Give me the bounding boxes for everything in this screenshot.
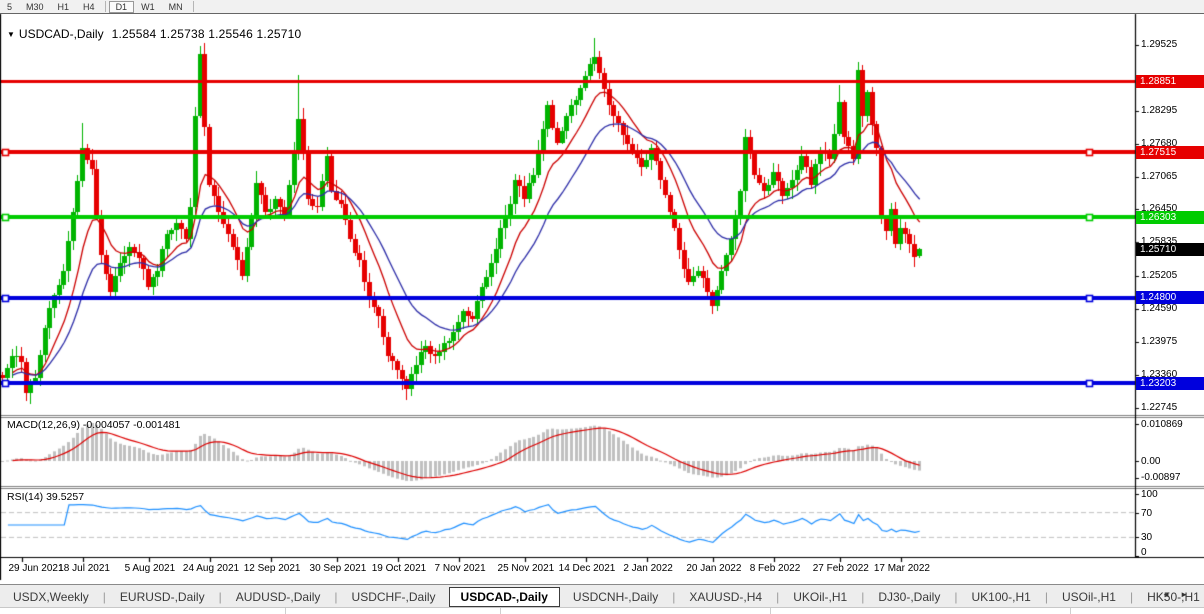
date-axis-label: 17 Mar 2022 <box>873 563 930 574</box>
price-level-badge: 1.26303 <box>1136 210 1204 224</box>
date-axis-label: 14 Dec 2021 <box>558 563 616 574</box>
tab-separator: | <box>1044 589 1048 604</box>
tab-dj30-daily[interactable]: DJ30-,Daily <box>865 588 953 606</box>
tab-ukoil-h1[interactable]: UKOil-,H1 <box>780 588 860 606</box>
tab-separator: | <box>102 589 106 604</box>
tab-separator: | <box>334 589 338 604</box>
symbol-dropdown-icon[interactable]: ▼ <box>7 30 15 39</box>
price-axis-tick-label: 1.25205 <box>1141 270 1178 282</box>
status-bar-divider <box>285 608 286 614</box>
date-axis-label: 24 Aug 2021 <box>182 563 240 574</box>
tab-usdchf-daily[interactable]: USDCHF-,Daily <box>339 588 449 606</box>
date-axis-label: 19 Oct 2021 <box>371 563 427 574</box>
rsi-axis-tick-label: 100 <box>1141 489 1158 500</box>
macd-axis-tick-label: -0.00897 <box>1141 472 1181 483</box>
chart-title: ▼ USDCAD-,Daily 1.25584 1.25738 1.25546 1.… <box>7 27 301 41</box>
tab-separator: | <box>672 589 676 604</box>
date-axis-label: 7 Nov 2021 <box>434 563 486 574</box>
tab-usdcad-daily[interactable]: USDCAD-,Daily <box>448 586 560 607</box>
price-chart-canvas[interactable] <box>0 0 1204 614</box>
date-axis-label: 25 Nov 2021 <box>497 563 555 574</box>
macd-axis-tick-label: 0.010869 <box>1141 419 1183 430</box>
price-axis-tick-label: 1.24590 <box>1141 302 1178 314</box>
timeframe-button-h1[interactable]: H1 <box>51 1 77 13</box>
timeframe-button-d1[interactable]: D1 <box>108 0 135 13</box>
date-axis-label: 12 Sep 2021 <box>243 563 301 574</box>
rsi-axis-tick-label: 30 <box>1141 532 1153 544</box>
price-axis-tick-label: 1.22745 <box>1141 401 1178 413</box>
status-bar <box>0 607 1204 614</box>
status-bar-divider <box>770 608 771 614</box>
tab-usdx-weekly[interactable]: USDX,Weekly <box>0 588 102 606</box>
timeframe-button-m30[interactable]: M30 <box>19 1 51 13</box>
timeframe-button-5[interactable]: 5 <box>0 1 19 13</box>
tab-uk100-h1[interactable]: UK100-,H1 <box>958 588 1043 606</box>
tab-separator: | <box>776 589 780 604</box>
tab-separator: | <box>954 589 958 604</box>
price-level-badge: 1.28851 <box>1136 74 1204 88</box>
chart-ohlc-values: 1.25584 1.25738 1.25546 1.25710 <box>111 27 302 41</box>
date-axis-label: 30 Sep 2021 <box>309 563 367 574</box>
tab-separator: | <box>861 589 865 604</box>
status-bar-divider <box>1070 608 1071 614</box>
price-axis-tick-label: 1.23975 <box>1141 335 1178 347</box>
tab-xauusd-h4[interactable]: XAUUSD-,H4 <box>676 588 775 606</box>
rsi-axis-tick-label: 0 <box>1141 547 1147 558</box>
toolbar-separator <box>192 1 194 12</box>
status-bar-divider <box>500 608 501 614</box>
timeframe-button-h4[interactable]: H4 <box>76 1 102 13</box>
tab-separator: | <box>1129 589 1134 604</box>
rsi-axis-tick-label: 70 <box>1141 507 1153 519</box>
toolbar-separator <box>104 1 106 12</box>
tab-usdcnh-daily[interactable]: USDCNH-,Daily <box>560 588 671 606</box>
price-axis-tick-label: 1.29525 <box>1141 39 1178 50</box>
timeframe-button-w1[interactable]: W1 <box>134 1 162 13</box>
tab-usoil-h1[interactable]: USOil-,H1 <box>1049 588 1129 606</box>
chart-symbol: USDCAD-,Daily <box>18 27 104 41</box>
price-level-badge: 1.27515 <box>1136 145 1204 159</box>
tab-separator: | <box>218 589 222 604</box>
date-axis-label: 20 Jan 2022 <box>686 563 742 574</box>
current-price-badge: 1.25710 <box>1136 242 1204 256</box>
date-axis-label: 27 Feb 2022 <box>812 563 869 574</box>
date-axis-label: 18 Jul 2021 <box>58 563 110 574</box>
tab-audusd-daily[interactable]: AUDUSD-,Daily <box>223 588 334 606</box>
macd-axis-tick-label: 0.00 <box>1141 456 1161 467</box>
date-axis-label: 8 Feb 2022 <box>749 563 801 574</box>
terminal-window: 5 M30 H1 H4 D1 W1 MN ▼ USDCAD-,Daily 1.25584 1.2… <box>0 0 1204 614</box>
date-axis-label: 2 Jan 2022 <box>623 563 673 574</box>
symbol-tab-bar: USDX,Weekly | EURUSD-,Daily | AUDUSD-,Daily |… <box>0 584 1204 608</box>
date-axis-label: 5 Aug 2021 <box>124 563 176 574</box>
price-level-badge: 1.24800 <box>1136 291 1204 305</box>
timeframe-button-mn[interactable]: MN <box>162 1 190 13</box>
macd-indicator-label: MACD(12,26,9) -0.004057 -0.001481 <box>7 419 181 431</box>
price-level-badge: 1.23203 <box>1136 376 1204 390</box>
price-axis-tick-label: 1.27065 <box>1141 170 1178 182</box>
rsi-indicator-label: RSI(14) 39.5257 <box>7 491 85 503</box>
tab-scroll-arrows: ◄► <box>1162 590 1198 599</box>
timeframe-toolbar: 5 M30 H1 H4 D1 W1 MN <box>0 0 1204 14</box>
tab-scroll-left-icon[interactable]: ◄ <box>1162 590 1180 599</box>
tab-scroll-right-icon[interactable]: ► <box>1180 590 1198 599</box>
price-axis-tick-label: 1.28295 <box>1141 104 1178 116</box>
tab-eurusd-daily[interactable]: EURUSD-,Daily <box>107 588 218 606</box>
